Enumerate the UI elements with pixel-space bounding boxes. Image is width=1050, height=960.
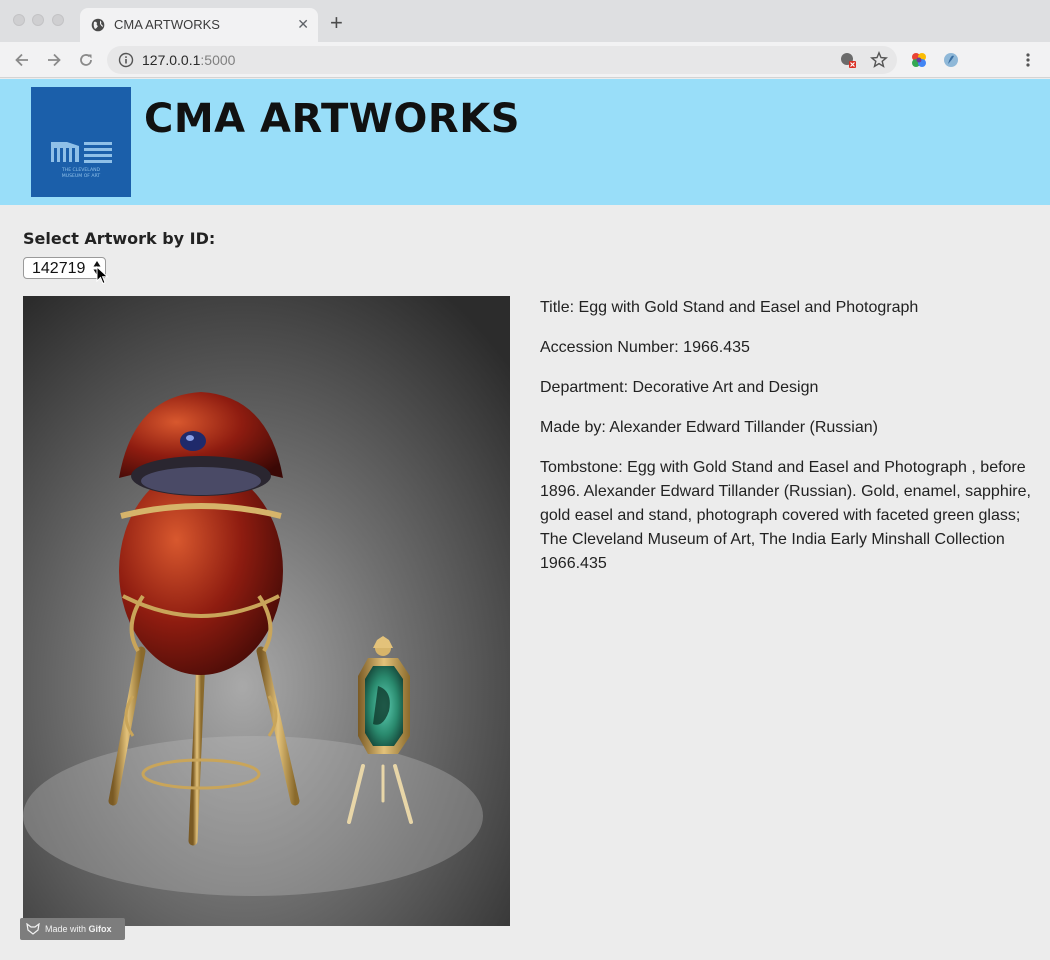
fox-icon	[26, 923, 40, 935]
more-vertical-icon[interactable]	[1018, 50, 1038, 70]
artwork-id-value: 142719	[32, 260, 86, 277]
gifox-prefix: Made with	[45, 924, 89, 934]
tab-title: CMA ARTWORKS	[114, 17, 220, 32]
gifox-watermark: Made with Gifox	[20, 918, 125, 940]
address-bar[interactable]: 127.0.0.1:5000	[107, 46, 897, 74]
window-close-dot[interactable]	[13, 14, 25, 26]
translate-blocked-icon[interactable]	[838, 50, 858, 70]
window-zoom-dot[interactable]	[52, 14, 64, 26]
page-header: THE CLEVELAND MUSEUM OF ART CMA ARTWORKS	[0, 79, 1050, 205]
info-icon[interactable]	[118, 52, 134, 68]
url-text[interactable]: 127.0.0.1:5000	[142, 52, 235, 68]
artwork-id-number-input[interactable]: 142719	[23, 257, 106, 279]
url-host: 127.0.0.1	[142, 52, 201, 68]
museum-logo: THE CLEVELAND MUSEUM OF ART	[31, 87, 131, 197]
artwork-title: Title: Egg with Gold Stand and Easel and…	[540, 299, 919, 316]
extension-icon[interactable]	[941, 50, 961, 70]
window-minimize-dot[interactable]	[32, 14, 44, 26]
tab-close-icon[interactable]: ✕	[297, 16, 309, 32]
artwork-image	[23, 296, 510, 926]
artwork-tombstone: Tombstone: Egg with Gold Stand and Easel…	[540, 459, 1031, 572]
logo-text-line2: MUSEUM OF ART	[62, 173, 101, 179]
browser-tab-strip: CMA ARTWORKS ✕ +	[0, 0, 1050, 42]
artwork-id-label: Select Artwork by ID:	[23, 229, 216, 248]
museum-logo-mark: THE CLEVELAND MUSEUM OF ART	[51, 142, 112, 179]
browser-toolbar: 127.0.0.1:5000 J	[0, 42, 1050, 112]
page-title: CMA ARTWORKS	[144, 96, 521, 142]
url-port: :5000	[200, 52, 236, 68]
artwork-accession-number: Accession Number: 1966.435	[540, 339, 750, 356]
back-arrow-icon[interactable]	[12, 50, 32, 70]
gifox-label: Made with Gifox	[45, 924, 112, 934]
new-tab-button[interactable]: +	[330, 12, 343, 34]
globe-icon	[91, 18, 105, 32]
color-picker-extension-icon[interactable]	[909, 50, 929, 70]
artwork-details: Title: Egg with Gold Stand and Easel and…	[540, 296, 1035, 592]
reload-icon[interactable]	[76, 50, 96, 70]
forward-arrow-icon[interactable]	[44, 50, 64, 70]
browser-tab[interactable]: CMA ARTWORKS ✕	[80, 8, 318, 42]
star-icon[interactable]	[869, 50, 889, 70]
gifox-brand: Gifox	[88, 924, 112, 934]
mouse-pointer-icon	[96, 266, 109, 285]
artwork-department: Department: Decorative Art and Design	[540, 379, 819, 396]
artwork-made-by: Made by: Alexander Edward Tillander (Rus…	[540, 419, 878, 436]
logo-text-line1: THE CLEVELAND	[61, 167, 101, 173]
